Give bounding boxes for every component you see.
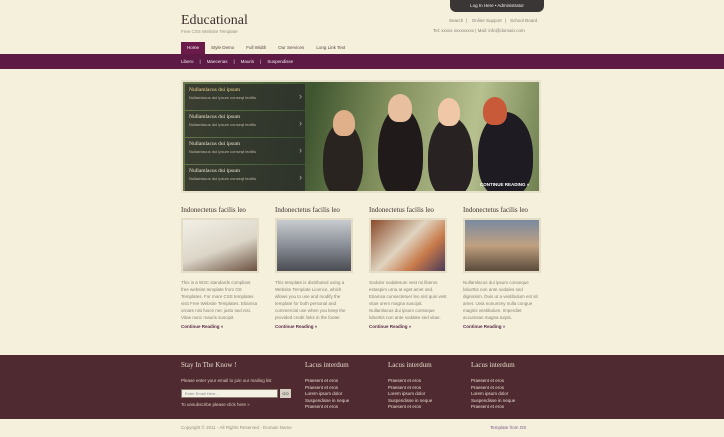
subnav-suspendisse[interactable]: Suspendisse xyxy=(261,54,299,69)
content-column: Indonectetus facilis leo This template i… xyxy=(275,206,353,329)
site-tagline: Free CSS Website Template xyxy=(181,29,238,34)
column-title: Indonectetus facilis leo xyxy=(463,206,528,214)
column-image xyxy=(463,218,541,273)
content-column: Indonectetus facilis leo This is a W3C s… xyxy=(181,206,259,329)
unsubscribe-link[interactable]: To unsubscribe please click here » xyxy=(181,402,250,407)
top-link-support[interactable]: Online Support xyxy=(469,18,505,23)
slide-tab[interactable]: Nullamlacus dui ipsum Nullamlacus dui ips… xyxy=(185,84,305,110)
nav-style-demo[interactable]: Style Demo xyxy=(205,42,240,54)
column-title: Indonectetus facilis leo xyxy=(369,206,434,214)
email-input[interactable]: Enter Email Here... xyxy=(181,389,278,398)
nav-long-link[interactable]: Long Link Text xyxy=(310,42,351,54)
slide-subtitle: Nullamlacus dui ipsum conseqt lectilis xyxy=(189,176,257,181)
column-image xyxy=(181,218,259,273)
slide-subtitle: Nullamlacus dui ipsum conseqt lectilis xyxy=(189,122,257,127)
graduate-figure xyxy=(478,112,533,191)
site-title[interactable]: Educational xyxy=(181,13,248,29)
subnav-maecenas[interactable]: Maecenas xyxy=(201,54,234,69)
column-text: Nullamlacus dui ipsum conseque loborttis… xyxy=(463,280,538,320)
column-text: Sodolor sodalesum vest mi liberos estasp… xyxy=(369,280,447,320)
footer-link-list: Praesent et eros Praesent et eros Lorem … xyxy=(305,378,349,411)
nav-full-width[interactable]: Full Width xyxy=(240,42,272,54)
slide-tab[interactable]: Nullamlacus dui ipsum Nullamlacus dui ips… xyxy=(185,111,305,137)
content-column: Indonectetus facilis leo Nullamlacus dui… xyxy=(463,206,541,329)
footer-list-title: Lacus interdum xyxy=(388,361,432,369)
chevron-right-icon: › xyxy=(299,172,302,182)
column-image xyxy=(369,218,447,273)
slide-subtitle: Nullamlacus dui ipsum conseqt lectilis xyxy=(189,95,257,100)
login-tab[interactable]: Log In Here • Administrator xyxy=(450,0,544,12)
top-link-search[interactable]: Search xyxy=(446,18,466,23)
footer-list-title: Lacus interdum xyxy=(305,361,349,369)
subnav-libero[interactable]: Libero xyxy=(181,54,200,69)
template-credit-link[interactable]: Template from OS xyxy=(490,425,526,430)
continue-reading-link[interactable]: Continue Reading » xyxy=(463,324,541,329)
chevron-right-icon: › xyxy=(299,145,302,155)
footer-list-title: Lacus interdum xyxy=(471,361,515,369)
footer-newsletter-title: Stay In The Know ! xyxy=(181,361,237,369)
footer-link-list: Praesent et eros Praesent et eros Lorem … xyxy=(388,378,432,411)
continue-reading-link[interactable]: Continue Reading » xyxy=(369,324,447,329)
top-link-board[interactable]: School Board xyxy=(507,18,540,23)
slide-title: Nullamlacus dui ipsum xyxy=(189,168,241,174)
newsletter-text: Please enter your email to join our mail… xyxy=(181,378,272,383)
slide-title: Nullamlacus dui ipsum xyxy=(189,141,241,147)
column-image xyxy=(275,218,353,273)
chevron-right-icon: › xyxy=(299,91,302,101)
sub-nav: Libero | Maecenas | Mauris | Suspendisse xyxy=(181,54,299,69)
subnav-bar xyxy=(0,54,724,69)
continue-reading-link[interactable]: Continue Reading » xyxy=(275,324,353,329)
column-title: Indonectetus facilis leo xyxy=(181,206,246,214)
column-title: Indonectetus facilis leo xyxy=(275,206,340,214)
nav-our-services[interactable]: Our Services xyxy=(272,42,310,54)
main-nav: Home Style Demo Full Width Our Services … xyxy=(181,42,351,54)
footer-link[interactable]: Praesent et eros xyxy=(471,404,515,411)
slide-tabs: Nullamlacus dui ipsum Nullamlacus dui ips… xyxy=(185,84,305,191)
slide-tab[interactable]: Nullamlacus dui ipsum Nullamlacus dui ips… xyxy=(185,165,305,191)
continue-reading-link[interactable]: Continue Reading » xyxy=(181,324,259,329)
copyright: Copyright © 2011 - All Rights Reserved -… xyxy=(181,425,292,430)
footer-link-list: Praesent et eros Praesent et eros Lorem … xyxy=(471,378,515,411)
slide-subtitle: Nullamlacus dui ipsum conseqt lectilis xyxy=(189,149,257,154)
graduate-figure xyxy=(428,117,473,191)
footer xyxy=(0,355,724,419)
contact-info: Tel: xxxxx xxxxxxxxx | Mail: info@domain… xyxy=(433,28,525,33)
continue-reading-link[interactable]: CONTINUE READING » xyxy=(480,182,529,187)
graduate-figure xyxy=(438,98,460,126)
slide-title: Nullamlacus dui ipsum xyxy=(189,87,241,93)
subscribe-button[interactable]: GO xyxy=(280,389,291,398)
chevron-right-icon: › xyxy=(299,118,302,128)
column-text: This is a W3C standards compliant free w… xyxy=(181,280,258,320)
nav-home[interactable]: Home xyxy=(181,42,206,54)
graduate-figure xyxy=(483,97,507,125)
footer-link[interactable]: Praesent et eros xyxy=(305,404,349,411)
column-text: This template is distributed using a Web… xyxy=(275,280,346,320)
subnav-mauris[interactable]: Mauris xyxy=(235,54,261,69)
slide-tab[interactable]: Nullamlacus dui ipsum Nullamlacus dui ips… xyxy=(185,138,305,164)
graduate-figure xyxy=(388,94,412,122)
top-links: Search | Online Support | School Board xyxy=(446,18,540,23)
graduate-figure xyxy=(333,110,355,136)
content-column: Indonectetus facilis leo Sodolor sodales… xyxy=(369,206,447,329)
footer-link[interactable]: Praesent et eros xyxy=(388,404,432,411)
slide-title: Nullamlacus dui ipsum xyxy=(189,114,241,120)
featured-slider: Nullamlacus dui ipsum Nullamlacus dui ips… xyxy=(181,80,541,193)
